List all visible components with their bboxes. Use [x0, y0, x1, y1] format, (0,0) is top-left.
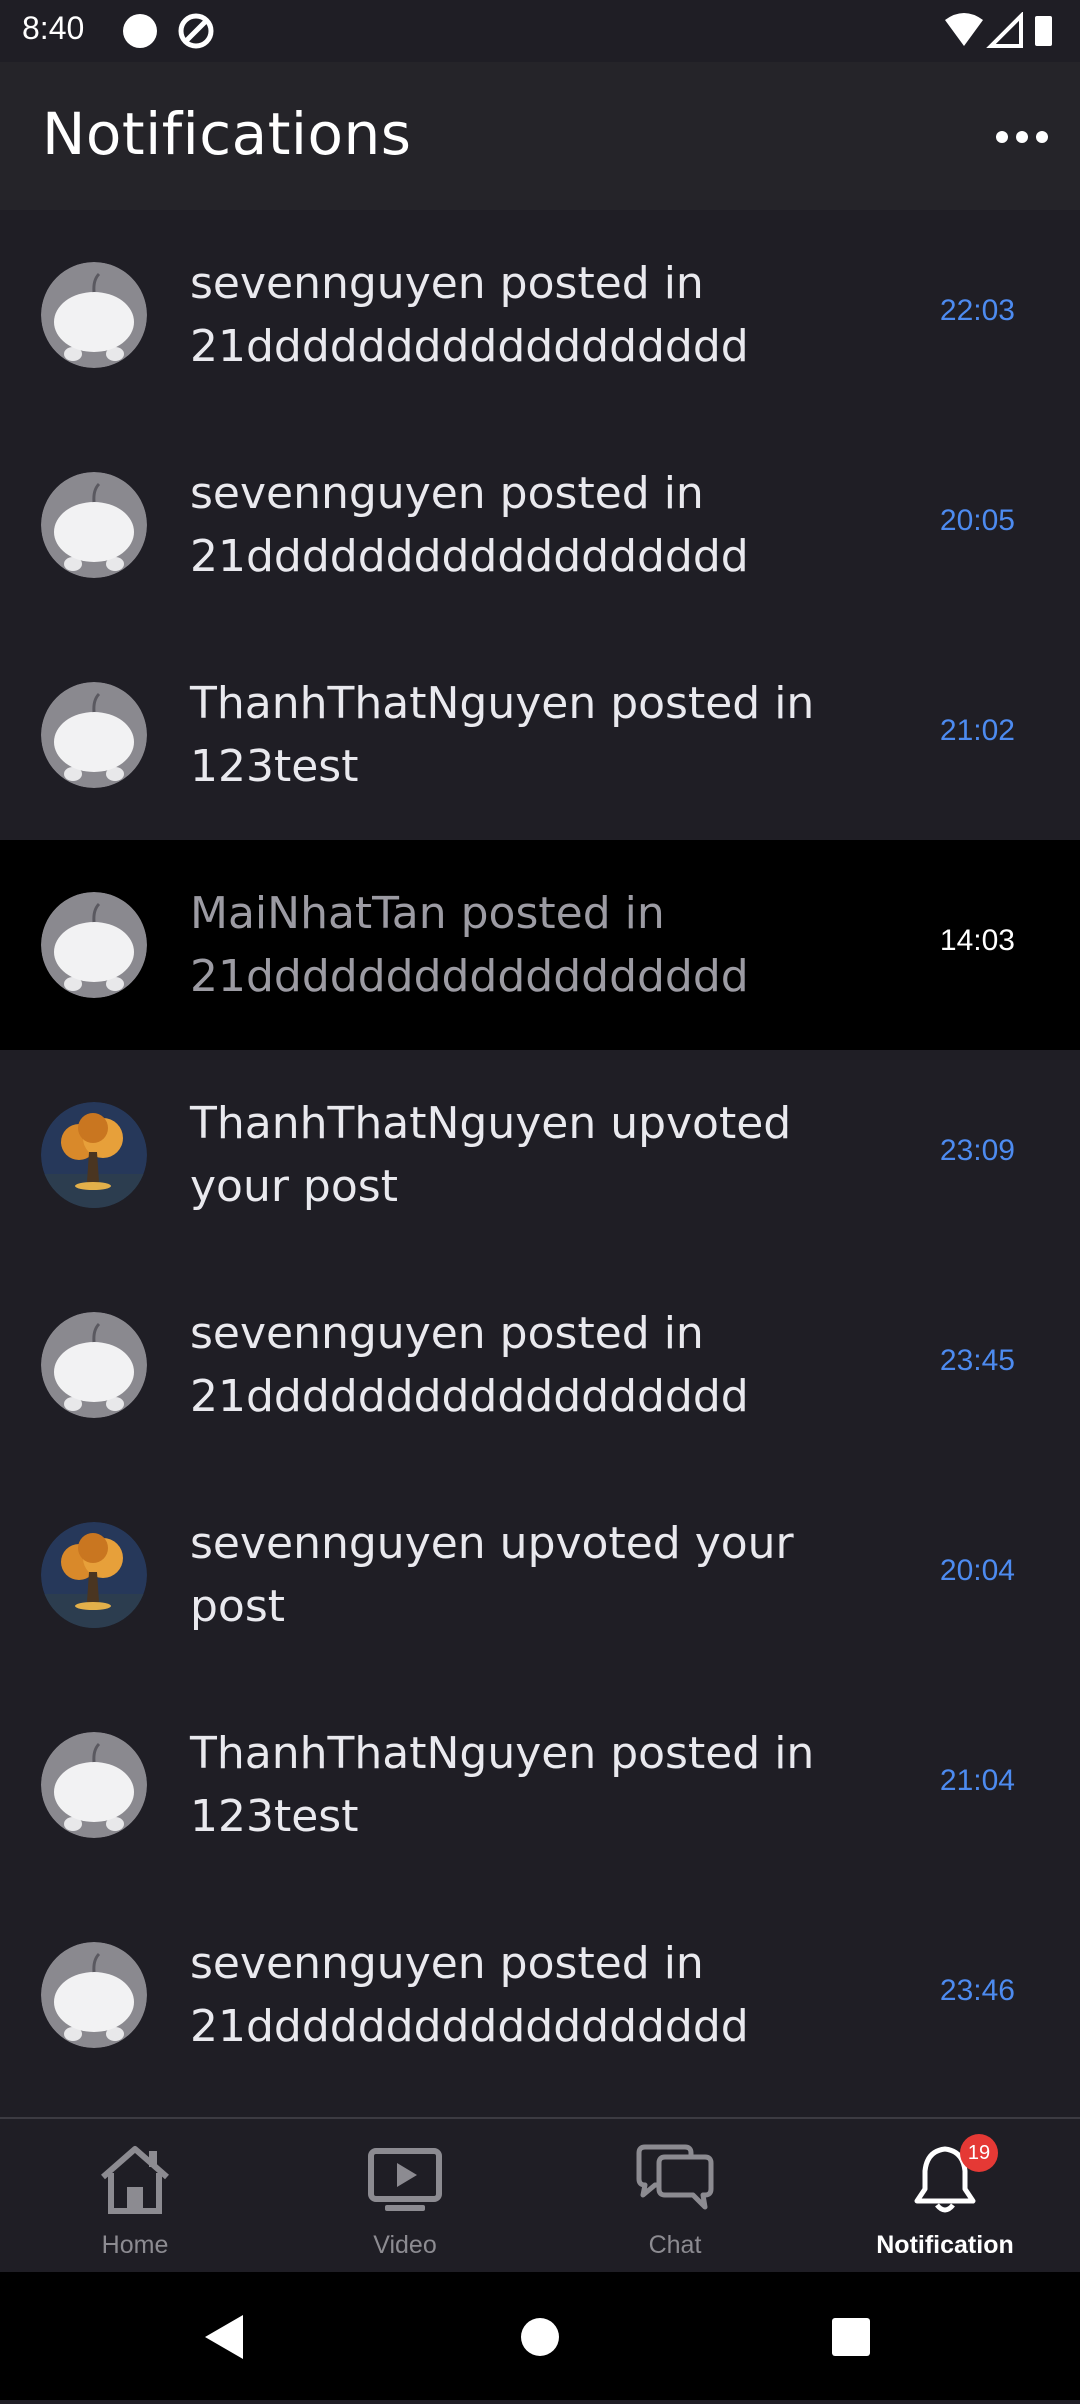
nav-notification-label: Notification	[876, 2231, 1014, 2259]
wifi-icon	[945, 13, 983, 46]
notification-text: sevennguyen posted in 21dddddddddddddddd…	[190, 1308, 749, 1422]
default-avatar-icon	[41, 262, 147, 368]
notification-time: 21:04	[939, 1764, 1015, 1797]
sync-off-icon	[178, 13, 214, 49]
notification-time: 20:05	[939, 504, 1015, 537]
signal-icon	[986, 11, 1023, 48]
notification-item[interactable]: ThanhThatNguyen posted in 123test 21:04	[0, 1680, 1080, 1890]
bottom-nav: Home Video Chat 19 Notification	[0, 2117, 1080, 2274]
back-icon	[205, 2315, 243, 2359]
default-avatar-icon	[41, 1312, 147, 1418]
avatar	[41, 1732, 147, 1838]
notification-time: 23:46	[939, 1974, 1015, 2007]
avatar	[41, 472, 147, 578]
more-options-button[interactable]	[992, 112, 1052, 162]
nav-video[interactable]: Video	[270, 2119, 540, 2274]
page-title: Notifications	[42, 100, 412, 168]
notification-item[interactable]: ThanhThatNguyen posted in 123test 21:02	[0, 630, 1080, 840]
notification-time: 23:09	[939, 1134, 1015, 1167]
avatar	[41, 892, 147, 998]
avatar	[41, 262, 147, 368]
avatar	[41, 682, 147, 788]
notification-time: 21:02	[939, 714, 1015, 747]
more-horizontal-icon	[996, 131, 1048, 143]
nav-chat[interactable]: Chat	[540, 2119, 810, 2274]
notification-text: sevennguyen posted in 21dddddddddddddddd…	[190, 258, 749, 372]
avatar	[41, 1942, 147, 2048]
notification-time: 14:03	[939, 924, 1015, 957]
default-avatar-icon	[41, 1942, 147, 2048]
tree-avatar-icon	[41, 1522, 147, 1628]
default-avatar-icon	[41, 892, 147, 998]
notification-item[interactable]: ThanhThatNguyen upvoted your post 23:09	[0, 1050, 1080, 1260]
notification-item[interactable]: sevennguyen upvoted your post 20:04	[0, 1470, 1080, 1680]
notification-text: ThanhThatNguyen posted in 123test	[190, 678, 815, 792]
notification-text: sevennguyen upvoted your post	[190, 1518, 794, 1632]
nav-notification[interactable]: 19 Notification	[810, 2119, 1080, 2274]
notification-time: 23:45	[939, 1344, 1015, 1377]
avatar	[41, 1522, 147, 1628]
notification-list: sevennguyen posted in 21dddddddddddddddd…	[0, 210, 1080, 2118]
tree-avatar-icon	[41, 1102, 147, 1208]
default-avatar-icon	[41, 1732, 147, 1838]
video-play-icon	[368, 2148, 442, 2211]
home-icon	[101, 2146, 169, 2214]
app-header: Notifications	[0, 62, 1080, 210]
notification-text: ThanhThatNguyen posted in 123test	[190, 1728, 815, 1842]
status-time: 8:40	[22, 10, 85, 46]
notification-item[interactable]: sevennguyen posted in 21dddddddddddddddd…	[0, 1890, 1080, 2100]
notification-item[interactable]: MaiNhatTan posted in 21ddddddddddddddddd…	[0, 840, 1080, 1050]
status-left-icons	[118, 12, 218, 56]
notification-time: 20:04	[939, 1554, 1015, 1587]
notification-badge: 19	[960, 2134, 998, 2172]
battery-icon	[1035, 16, 1052, 46]
notification-text: sevennguyen posted in 21dddddddddddddddd…	[190, 1938, 749, 2052]
system-nav-bar	[0, 2272, 1080, 2400]
nav-video-label: Video	[373, 2231, 437, 2259]
notification-time: 22:03	[939, 294, 1015, 327]
avatar	[41, 1102, 147, 1208]
avatar	[41, 1312, 147, 1418]
notification-text: ThanhThatNguyen upvoted your post	[190, 1098, 792, 1212]
notification-item[interactable]: sevennguyen posted in 21dddddddddddddddd…	[0, 1260, 1080, 1470]
nav-home-label: Home	[101, 2231, 169, 2259]
notification-item[interactable]: sevennguyen posted in 21dddddddddddddddd…	[0, 210, 1080, 420]
nav-chat-label: Chat	[648, 2231, 702, 2259]
nav-home[interactable]: Home	[0, 2119, 270, 2274]
home-circle-icon	[521, 2318, 559, 2356]
status-bar: 8:40	[0, 0, 1080, 62]
status-right-icons	[943, 11, 1058, 56]
chat-icon	[636, 2144, 714, 2210]
default-avatar-icon	[41, 682, 147, 788]
recents-icon	[832, 2318, 870, 2356]
notification-text: MaiNhatTan posted in 21ddddddddddddddddd…	[190, 888, 749, 1002]
record-dot-icon	[123, 14, 157, 48]
notification-text: sevennguyen posted in 21dddddddddddddddd…	[190, 468, 749, 582]
notification-item[interactable]: sevennguyen posted in 21dddddddddddddddd…	[0, 420, 1080, 630]
default-avatar-icon	[41, 472, 147, 578]
